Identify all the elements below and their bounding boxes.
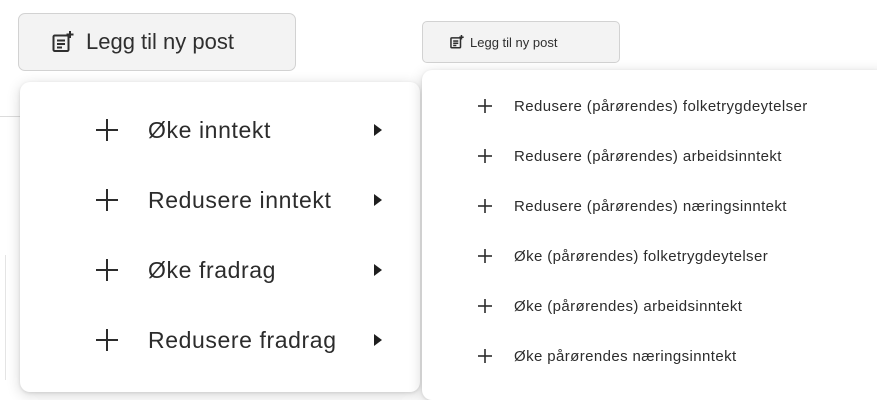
plus-icon bbox=[477, 98, 493, 114]
plus-icon bbox=[94, 327, 120, 353]
menu-item-label: Øke fradrag bbox=[148, 256, 277, 283]
note-add-icon bbox=[52, 31, 74, 53]
plus-icon bbox=[94, 187, 120, 213]
submenu-item-label: Øke (pårørendes) arbeidsinntekt bbox=[514, 297, 743, 315]
menu-item-oke-fradrag[interactable]: Øke fradrag bbox=[20, 242, 420, 298]
submenu-item-label: Øke pårørendes næringsinntekt bbox=[514, 347, 737, 365]
add-post-button-small[interactable]: Legg til ny post bbox=[422, 21, 620, 63]
submenu-item-label: Redusere (pårørendes) folketrygdeytelser bbox=[514, 97, 808, 115]
submenu-item[interactable]: Øke (pårørendes) arbeidsinntekt bbox=[422, 286, 877, 326]
add-post-button-large[interactable]: Legg til ny post bbox=[18, 13, 296, 71]
submenu-item-label: Redusere (pårørendes) næringsinntekt bbox=[514, 197, 787, 215]
submenu-item-label: Redusere (pårørendes) arbeidsinntekt bbox=[514, 147, 782, 165]
menu-item-label: Øke inntekt bbox=[148, 116, 271, 143]
menu-item-redusere-inntekt[interactable]: Redusere inntekt bbox=[20, 172, 420, 228]
menu-item-label: Redusere inntekt bbox=[148, 186, 332, 213]
page-divider bbox=[0, 116, 22, 117]
note-add-icon bbox=[450, 35, 464, 49]
add-post-submenu: Redusere (pårørendes) folketrygdeytelser… bbox=[422, 70, 877, 400]
caret-right-icon bbox=[373, 333, 383, 347]
submenu-item[interactable]: Øke pårørendes næringsinntekt bbox=[422, 336, 877, 376]
add-post-label: Legg til ny post bbox=[470, 34, 558, 50]
plus-icon bbox=[477, 298, 493, 314]
menu-item-oke-inntekt[interactable]: Øke inntekt bbox=[20, 102, 420, 158]
submenu-item[interactable]: Redusere (pårørendes) folketrygdeytelser bbox=[422, 86, 877, 126]
caret-right-icon bbox=[373, 263, 383, 277]
plus-icon bbox=[477, 198, 493, 214]
caret-right-icon bbox=[373, 123, 383, 137]
plus-icon bbox=[477, 348, 493, 364]
submenu-item[interactable]: Redusere (pårørendes) næringsinntekt bbox=[422, 186, 877, 226]
plus-icon bbox=[94, 117, 120, 143]
submenu-item[interactable]: Øke (pårørendes) folketrygdeytelser bbox=[422, 236, 877, 276]
page-edge bbox=[5, 255, 6, 380]
menu-item-label: Redusere fradrag bbox=[148, 326, 337, 353]
plus-icon bbox=[477, 248, 493, 264]
add-post-label: Legg til ny post bbox=[86, 29, 234, 54]
submenu-item-label: Øke (pårørendes) folketrygdeytelser bbox=[514, 247, 769, 265]
menu-item-redusere-fradrag[interactable]: Redusere fradrag bbox=[20, 312, 420, 368]
submenu-item[interactable]: Redusere (pårørendes) arbeidsinntekt bbox=[422, 136, 877, 176]
plus-icon bbox=[94, 257, 120, 283]
caret-right-icon bbox=[373, 193, 383, 207]
plus-icon bbox=[477, 148, 493, 164]
add-post-menu: Øke inntekt Redusere inntekt Øke fradrag… bbox=[20, 82, 420, 392]
